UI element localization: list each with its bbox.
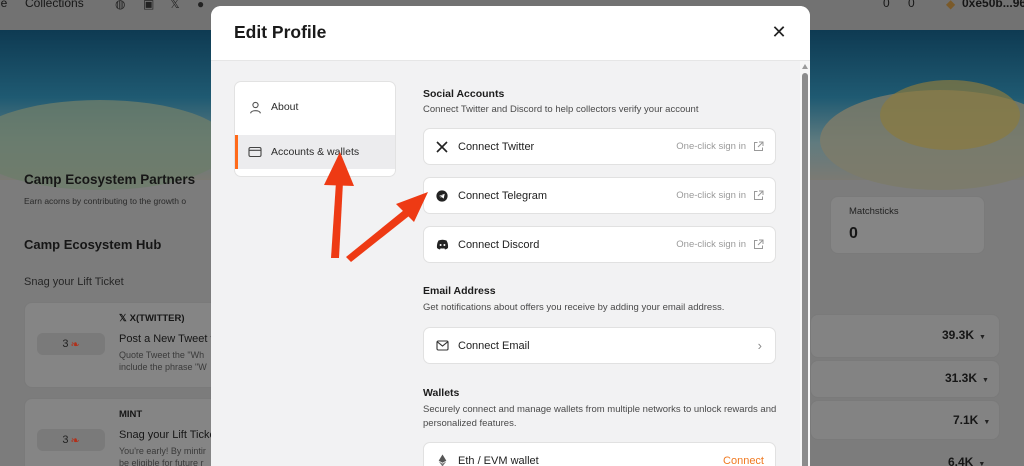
stat-value: 39.3K ▼	[942, 328, 986, 342]
reward-pill: 3 ❧	[37, 429, 105, 451]
task-platform: MINT	[119, 409, 143, 420]
discord-icon[interactable]: ▣	[143, 0, 154, 11]
task-title: Snag your Lift Ticke	[119, 429, 216, 441]
matchsticks-label: Matchsticks	[849, 206, 899, 217]
nav-link-collections[interactable]: Collections	[25, 0, 84, 10]
email-section-desc: Get notifications about offers you recei…	[423, 302, 725, 313]
task-desc: Quote Tweet the "Wh	[119, 350, 205, 360]
modal-title: Edit Profile	[234, 22, 327, 42]
discord-icon	[435, 238, 449, 252]
globe-icon[interactable]: ◍	[115, 0, 125, 11]
chevron-right-icon: ›	[757, 338, 762, 353]
matchsticks-card: Matchsticks 0	[830, 196, 985, 254]
x-logo-icon[interactable]: 𝕏	[170, 0, 180, 11]
email-section-title: Email Address	[423, 285, 496, 297]
wallet-address[interactable]: 0xe50b...96	[962, 0, 1024, 10]
task-platform: 𝕏 X(TWITTER)	[119, 313, 185, 324]
profile-side-nav: About Accounts & wallets	[234, 81, 396, 177]
stat-value: 7.1K ▼	[953, 413, 991, 427]
connect-twitter-button[interactable]: Connect Twitter One-click sign in	[423, 128, 776, 165]
row-hint: One-click sign in	[676, 141, 746, 152]
row-label: Connect Email	[458, 339, 530, 352]
connect-telegram-button[interactable]: Connect Telegram One-click sign in	[423, 177, 776, 214]
telegram-icon	[435, 189, 449, 203]
row-label: Connect Twitter	[458, 140, 535, 153]
connect-discord-button[interactable]: Connect Discord One-click sign in	[423, 226, 776, 263]
external-link-icon	[752, 141, 764, 153]
stat-value: 31.3K ▼	[945, 371, 989, 385]
social-section-title: Social Accounts	[423, 88, 505, 100]
partners-desc: Earn acorns by contributing to the growt…	[24, 196, 187, 206]
edit-profile-modal: Edit Profile ✕ About Accounts & wallets …	[211, 6, 810, 466]
row-label: Connect Discord	[458, 238, 540, 251]
wallet-icon	[248, 145, 262, 159]
accounts-content: Social Accounts Connect Twitter and Disc…	[423, 61, 789, 466]
hub-title: Camp Ecosystem Hub	[24, 237, 162, 252]
close-icon[interactable]: ✕	[769, 22, 789, 42]
nav-item-label: About	[271, 101, 299, 113]
ethereum-icon	[435, 454, 449, 466]
matchstick-counter: 0	[908, 0, 915, 10]
external-link-icon	[752, 190, 764, 202]
avatar[interactable]: ◆	[946, 0, 955, 11]
scrollbar[interactable]	[800, 61, 810, 466]
nav-item-accounts-wallets[interactable]: Accounts & wallets	[235, 135, 395, 169]
matchsticks-value: 0	[849, 225, 858, 242]
reward-pill: 3 ❧	[37, 333, 105, 355]
task-desc: include the phrase "W	[119, 362, 207, 372]
row-hint: One-click sign in	[676, 190, 746, 201]
scroll-up-arrow-icon[interactable]	[802, 64, 808, 69]
external-link-icon	[752, 239, 764, 251]
row-hint: One-click sign in	[676, 239, 746, 250]
social-section-desc: Connect Twitter and Discord to help coll…	[423, 104, 699, 115]
row-label: Eth / EVM wallet	[458, 454, 539, 466]
acorn-counter: 0	[883, 0, 890, 10]
hub-subtitle: Snag your Lift Ticket	[24, 276, 124, 288]
connect-eth-wallet-row: Eth / EVM wallet Connect	[423, 442, 776, 466]
task-card[interactable]: 3 ❧ MINT Snag your Lift Ticke You're earl…	[24, 398, 224, 466]
user-icon	[248, 100, 262, 114]
wallets-section-title: Wallets	[423, 387, 460, 399]
row-label: Connect Telegram	[458, 189, 548, 202]
stat-value: 6.4K ▼	[948, 455, 986, 466]
task-card[interactable]: 3 ❧ 𝕏 X(TWITTER) Post a New Tweet v Quote …	[24, 302, 224, 388]
task-desc: You're early! By mintir	[119, 446, 206, 456]
task-title: Post a New Tweet v	[119, 333, 217, 345]
connect-email-button[interactable]: Connect Email ›	[423, 327, 776, 364]
mail-icon	[435, 339, 449, 353]
x-logo-icon	[435, 140, 449, 154]
nav-item-label: Accounts & wallets	[271, 146, 360, 158]
partners-title: Camp Ecosystem Partners	[24, 172, 196, 187]
task-desc: be eligible for future r	[119, 458, 204, 466]
telegram-icon[interactable]: ●	[197, 0, 204, 11]
connect-wallet-button[interactable]: Connect	[723, 455, 764, 466]
wallets-section-desc: Securely connect and manage wallets from…	[423, 404, 777, 429]
modal-header: Edit Profile ✕	[211, 6, 810, 61]
scrollbar-thumb[interactable]	[802, 73, 808, 466]
nav-link[interactable]: le	[0, 0, 7, 10]
nav-item-about[interactable]: About	[235, 90, 395, 124]
